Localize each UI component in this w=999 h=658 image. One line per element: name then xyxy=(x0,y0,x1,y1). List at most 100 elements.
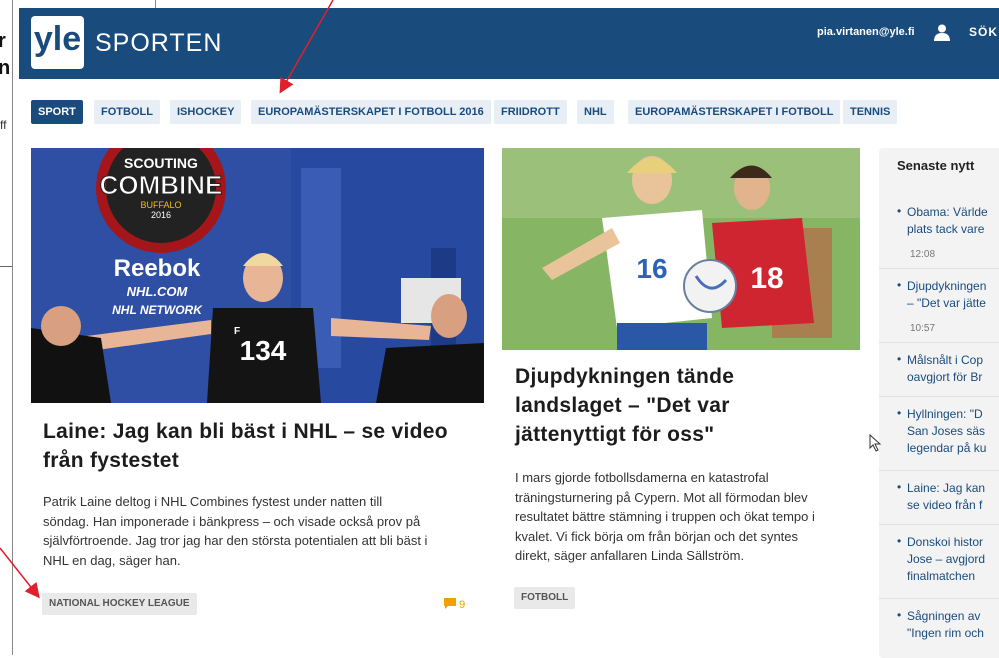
news-headline-line[interactable]: Djupdykningen xyxy=(907,278,999,295)
news-headline-line[interactable]: Sågningen av xyxy=(907,608,999,625)
news-headline[interactable]: Laine: Jag kan se video från f xyxy=(907,480,999,514)
nhl-network-text: NHL NETWORK xyxy=(112,303,203,317)
tag-em-fotboll[interactable]: EUROPAMÄSTERSKAPET I FOTBOLL xyxy=(628,100,841,124)
background-text-1: r xyxy=(0,30,6,52)
background-text-3: ff xyxy=(0,118,7,132)
nhl-com-text: NHL.COM xyxy=(127,284,189,299)
article2-summary: I mars gjorde fotbollsdamerna en katastr… xyxy=(515,468,860,566)
article1-summary-line: Patrik Laine deltog i NHL Combines fyste… xyxy=(43,494,383,509)
news-headline-line[interactable]: Laine: Jag kan xyxy=(907,480,999,497)
article2-tag[interactable]: FOTBOLL xyxy=(514,587,576,609)
article2-summary-line: resultatet bättre stämning i truppen och… xyxy=(515,509,815,524)
article2-title-line1[interactable]: Djupdykningen tände xyxy=(515,362,855,391)
tag-fotboll[interactable]: FOTBOLL xyxy=(94,100,160,124)
background-text-2: n xyxy=(0,57,11,79)
news-headline[interactable]: Obama: Världe plats tack vare xyxy=(907,204,999,238)
section-title[interactable]: SPORTEN xyxy=(95,29,222,58)
article2-title-line3[interactable]: jättenyttigt för oss" xyxy=(515,420,855,449)
jersey-letter: F xyxy=(234,326,240,337)
reebok-text: Reebok xyxy=(114,255,201,282)
news-item[interactable]: • Hyllningen: "D San Joses säs legendar … xyxy=(879,396,999,471)
yle-logo[interactable]: yle xyxy=(31,16,84,69)
news-time: 10:57 xyxy=(910,323,936,334)
year-text: 2016 xyxy=(151,210,171,220)
article1-tag[interactable]: NATIONAL HOCKEY LEAGUE xyxy=(42,593,197,615)
article1-title-line1[interactable]: Laine: Jag kan bli bäst i NHL – se video xyxy=(43,417,483,446)
comment-icon xyxy=(444,598,456,609)
search-button[interactable]: SÖK xyxy=(969,25,998,39)
article-image-hockey[interactable]: SCOUTING COMBINE BUFFALO 2016 Reebok NHL… xyxy=(31,148,484,403)
article2-summary-line: direkt, säger anfallaren Linda Sällström… xyxy=(515,548,745,563)
user-icon[interactable] xyxy=(933,23,951,41)
news-item[interactable]: • Målsnålt i Cop oavgjort för Br xyxy=(879,342,999,397)
news-item[interactable]: • Djupdykningen – "Det var jätte 10:57 xyxy=(879,268,999,343)
news-headline[interactable]: Målsnålt i Cop oavgjort för Br xyxy=(907,352,999,386)
jersey-number-left: 16 xyxy=(636,253,667,284)
news-headline[interactable]: Hyllningen: "D San Joses säs legendar på… xyxy=(907,406,999,457)
article2-summary-line: kvalet. Vi fick börja om från början och… xyxy=(515,528,799,544)
article-image-football[interactable]: 16 18 xyxy=(502,148,860,350)
news-headline-line[interactable]: plats tack vare xyxy=(907,221,999,238)
news-headline-line[interactable]: "Ingen rim och xyxy=(907,625,999,642)
combine-text: COMBINE xyxy=(100,170,223,200)
category-nav: SPORT FOTBOLL ISHOCKEY EUROPAMÄSTERSKAPE… xyxy=(19,79,999,141)
news-headline-line[interactable]: Hyllningen: "D xyxy=(907,406,999,423)
news-item[interactable]: • Laine: Jag kan se video från f xyxy=(879,470,999,525)
article1-summary-line: självförtroende. Jag tror jag har den st… xyxy=(43,533,428,548)
article1-title-line2[interactable]: från fystestet xyxy=(43,446,483,475)
news-headline-line[interactable]: Obama: Världe xyxy=(907,204,999,221)
bullet-icon: • xyxy=(897,352,902,366)
user-email[interactable]: pia.virtanen@yle.fi xyxy=(817,26,915,38)
news-item[interactable]: • Obama: Världe plats tack vare 12:08 xyxy=(879,194,999,269)
article1-summary-line: söndag. Han imponerade i bänkpress – och… xyxy=(43,513,421,529)
news-item[interactable]: • Sågningen av "Ingen rim och xyxy=(879,598,999,658)
news-headline[interactable]: Sågningen av "Ingen rim och xyxy=(907,608,999,642)
news-headline[interactable]: Djupdykningen – "Det var jätte xyxy=(907,278,999,312)
latest-news-panel: Senaste nytt • Obama: Världe plats tack … xyxy=(879,148,999,658)
bullet-icon: • xyxy=(897,406,902,420)
news-headline-line[interactable]: Målsnålt i Cop xyxy=(907,352,999,369)
jersey-number: 134 xyxy=(240,335,287,366)
bullet-icon: • xyxy=(897,204,902,218)
news-headline-line[interactable]: Donskoi histor xyxy=(907,534,999,551)
comment-count-value: 9 xyxy=(459,599,466,611)
article2-title-line2[interactable]: landslaget – "Det var xyxy=(515,391,855,420)
comment-count[interactable]: 9 xyxy=(444,598,465,611)
hockey-photo: SCOUTING COMBINE BUFFALO 2016 Reebok NHL… xyxy=(31,148,484,403)
background-divider xyxy=(0,266,12,267)
buffalo-text: BUFFALO xyxy=(140,200,181,210)
site-header: yle SPORTEN pia.virtanen@yle.fi SÖK xyxy=(19,8,999,79)
article1-summary-line: NHL en dag, säger han. xyxy=(43,552,181,568)
article2-title[interactable]: Djupdykningen tände landslaget – "Det va… xyxy=(515,362,855,449)
window-border xyxy=(12,0,13,655)
tag-sport[interactable]: SPORT xyxy=(31,100,83,124)
scouting-text: SCOUTING xyxy=(124,155,198,171)
news-headline-line[interactable]: Jose – avgjord xyxy=(907,551,999,568)
latest-news-title: Senaste nytt xyxy=(897,158,975,173)
window-border-top xyxy=(155,0,156,8)
news-headline-line[interactable]: oavgjort för Br xyxy=(907,369,999,386)
mouse-cursor-icon xyxy=(869,434,882,452)
tag-em-fotboll-2016[interactable]: EUROPAMÄSTERSKAPET I FOTBOLL 2016 xyxy=(251,100,491,124)
news-headline-line[interactable]: finalmatchen xyxy=(907,568,999,585)
article2-summary-line: I mars gjorde fotbollsdamerna en katastr… xyxy=(515,470,769,485)
bullet-icon: • xyxy=(897,480,902,494)
article1-summary: Patrik Laine deltog i NHL Combines fyste… xyxy=(43,492,483,570)
jersey-number-right: 18 xyxy=(750,262,783,295)
tag-tennis[interactable]: TENNIS xyxy=(843,100,898,124)
bullet-icon: • xyxy=(897,608,902,622)
tag-ishockey[interactable]: ISHOCKEY xyxy=(170,100,242,124)
news-headline[interactable]: Donskoi histor Jose – avgjord finalmatch… xyxy=(907,534,999,585)
article2-summary-line: träningsturnering på Cypern. Mot all för… xyxy=(515,489,808,505)
news-headline-line[interactable]: San Joses säs xyxy=(907,423,999,440)
news-headline-line[interactable]: legendar på ku xyxy=(907,440,999,457)
tag-nhl[interactable]: NHL xyxy=(577,100,614,124)
article1-title[interactable]: Laine: Jag kan bli bäst i NHL – se video… xyxy=(43,417,483,475)
news-time: 12:08 xyxy=(910,249,936,260)
news-item[interactable]: • Donskoi histor Jose – avgjord finalmat… xyxy=(879,524,999,599)
tag-friidrott[interactable]: FRIIDROTT xyxy=(494,100,567,124)
football-photo: 16 18 xyxy=(502,148,860,350)
news-headline-line[interactable]: – "Det var jätte xyxy=(907,295,999,312)
news-headline-line[interactable]: se video från f xyxy=(907,497,999,514)
bullet-icon: • xyxy=(897,534,902,548)
